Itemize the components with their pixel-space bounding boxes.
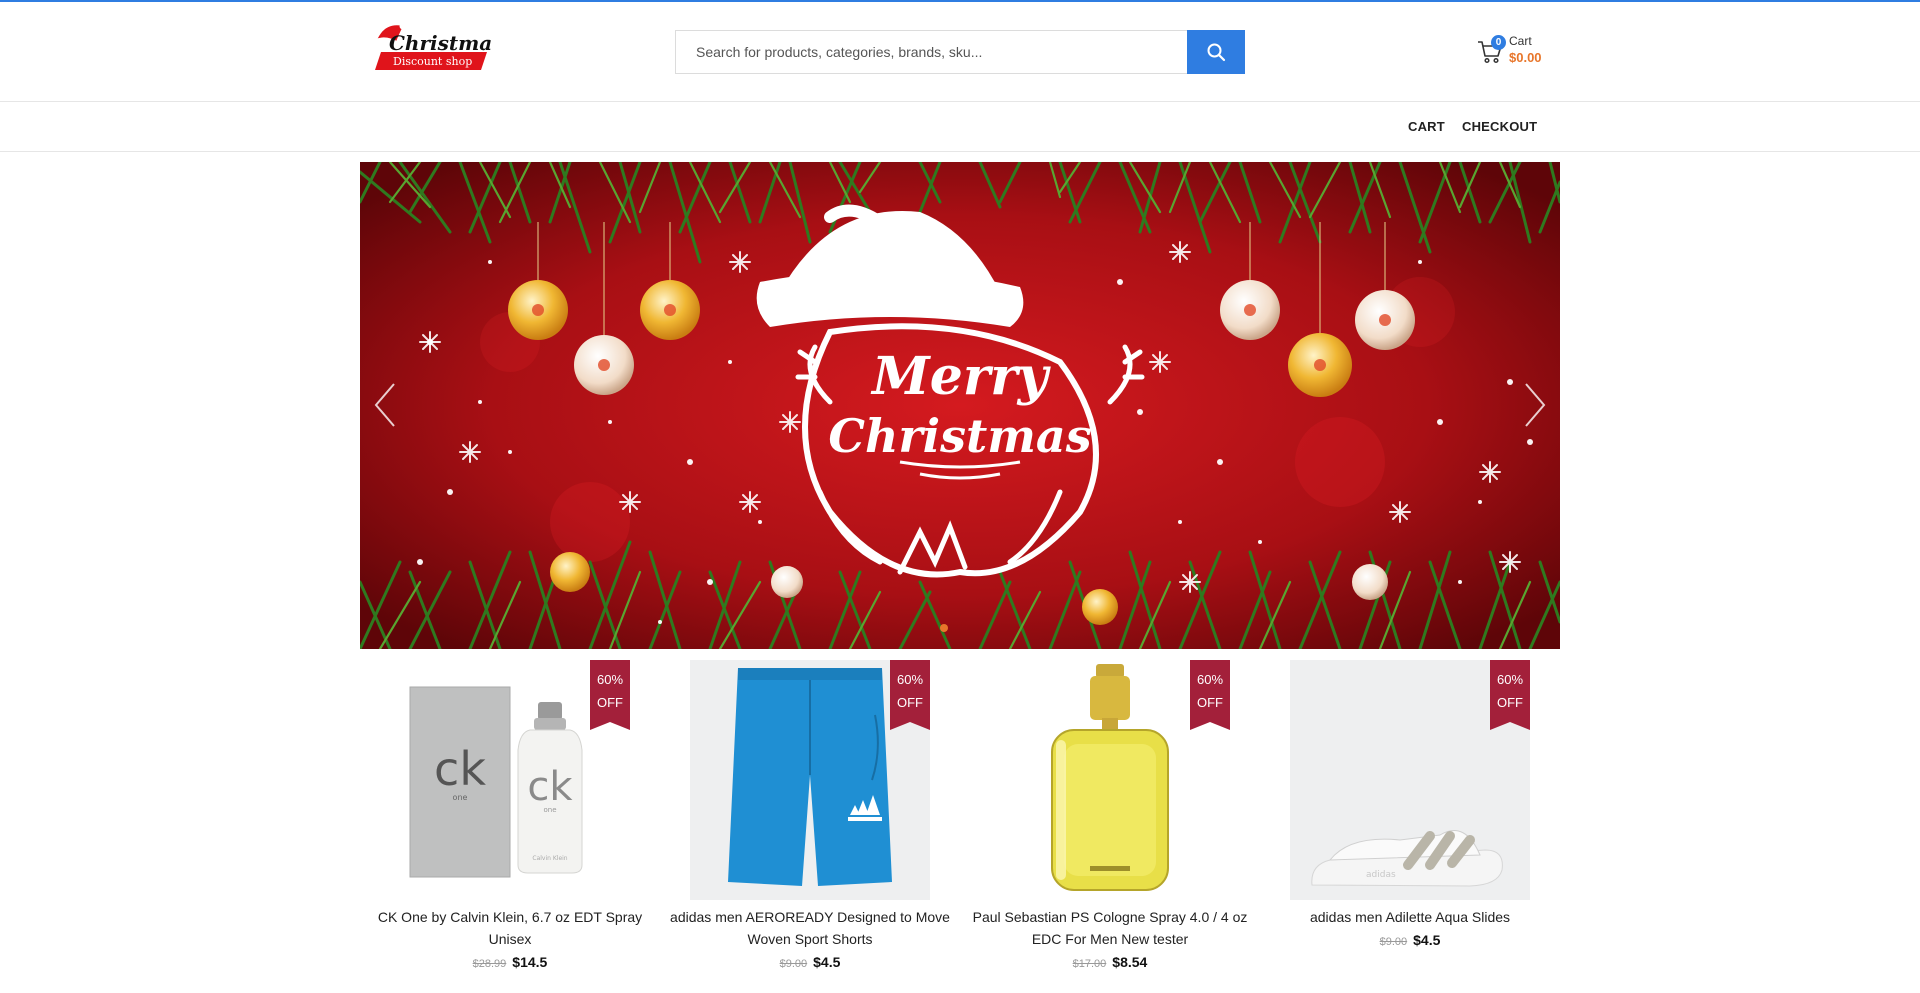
header-cart[interactable]: 0 Cart $0.00 (1477, 33, 1557, 73)
box-brand-text: ck (434, 742, 486, 796)
discount-badge: 60% OFF (1190, 660, 1230, 730)
badge-off: OFF (597, 695, 623, 710)
product-title[interactable]: CK One by Calvin Klein, 6.7 oz EDT Spray… (370, 906, 650, 950)
badge-off: OFF (1197, 695, 1223, 710)
site-logo[interactable]: Christmas Discount shop (375, 22, 491, 78)
old-price: $9.00 (1379, 936, 1408, 948)
box-sub-text: one (453, 793, 468, 802)
slider-prev-arrow[interactable] (370, 380, 400, 430)
badge-text: 60% OFF (1490, 668, 1530, 714)
bottle-brand-text: ck (527, 764, 573, 810)
badge-text: 60% OFF (890, 668, 930, 714)
hero-headline-line2: Christmas (828, 409, 1091, 463)
slider-dot-1[interactable] (940, 624, 948, 632)
badge-percent: 60% (1496, 672, 1524, 687)
old-price: $9.00 (779, 958, 808, 970)
search-button[interactable] (1187, 30, 1245, 74)
product-card: ck one ck one Calvin Klein 60% OFF CK One… (370, 660, 650, 993)
main-nav: CART CHECKOUT (0, 103, 1920, 152)
badge-percent: 60% (896, 672, 924, 687)
nav-link-cart[interactable]: CART (1408, 119, 1445, 134)
discount-badge: 60% OFF (890, 660, 930, 730)
logo-graphic: Christmas Discount shop (375, 22, 491, 70)
product-price: $28.99 $14.5 (370, 954, 650, 972)
cart-label: Cart (1509, 34, 1532, 48)
product-card: 60% OFF adidas men AEROREADY Designed to … (670, 660, 950, 993)
sale-price: $4.5 (1413, 932, 1441, 948)
sale-price: $8.54 (1112, 954, 1148, 970)
search-icon (1207, 43, 1226, 62)
old-price: $17.00 (1072, 958, 1107, 970)
slider-next-arrow[interactable] (1520, 380, 1550, 430)
badge-percent: 60% (1196, 672, 1224, 687)
site-header: Christmas Discount shop 0 Cart $0.00 (0, 2, 1920, 102)
badge-percent: 60% (596, 672, 624, 687)
logo-subtitle-text: Discount shop (393, 55, 472, 68)
discount-badge: 60% OFF (1490, 660, 1530, 730)
chevron-right-icon (1525, 383, 1546, 427)
sale-price: $4.5 (813, 954, 841, 970)
product-card: adidas 60% OFF adidas men Adilette Aqua S… (1270, 660, 1550, 993)
product-price: $9.00 $4.5 (1270, 932, 1550, 950)
discount-badge: 60% OFF (590, 660, 630, 730)
sale-price: $14.5 (512, 954, 548, 970)
product-card: 60% OFF Paul Sebastian PS Cologne Spray 4… (970, 660, 1250, 993)
chevron-left-icon (374, 383, 395, 427)
badge-text: 60% OFF (1190, 668, 1230, 714)
hero-headline-line1: Merry (870, 346, 1051, 407)
old-price: $28.99 (472, 958, 507, 970)
bottle-sub-text: one (543, 806, 556, 814)
badge-off: OFF (1497, 695, 1523, 710)
logo-title-text: Christmas (389, 31, 491, 55)
product-title[interactable]: adidas men Adilette Aqua Slides (1270, 906, 1550, 928)
product-title[interactable]: adidas men AEROREADY Designed to Move Wo… (670, 906, 950, 950)
cart-total: $0.00 (1509, 50, 1542, 65)
product-title[interactable]: Paul Sebastian PS Cologne Spray 4.0 / 4 … (970, 906, 1250, 950)
badge-off: OFF (897, 695, 923, 710)
nav-link-checkout[interactable]: CHECKOUT (1462, 119, 1537, 134)
hero-slider: Merry Christmas (360, 162, 1560, 649)
bottle-maker-text: Calvin Klein (532, 855, 567, 862)
badge-text: 60% OFF (590, 668, 630, 714)
search-bar (675, 30, 1245, 74)
hero-banner-image: Merry Christmas (360, 162, 1560, 649)
product-price: $17.00 $8.54 (970, 954, 1250, 972)
slide-brand-text: adidas (1366, 870, 1396, 880)
cart-count-badge: 0 (1491, 35, 1506, 50)
product-price: $9.00 $4.5 (670, 954, 950, 972)
search-input[interactable] (675, 30, 1187, 74)
